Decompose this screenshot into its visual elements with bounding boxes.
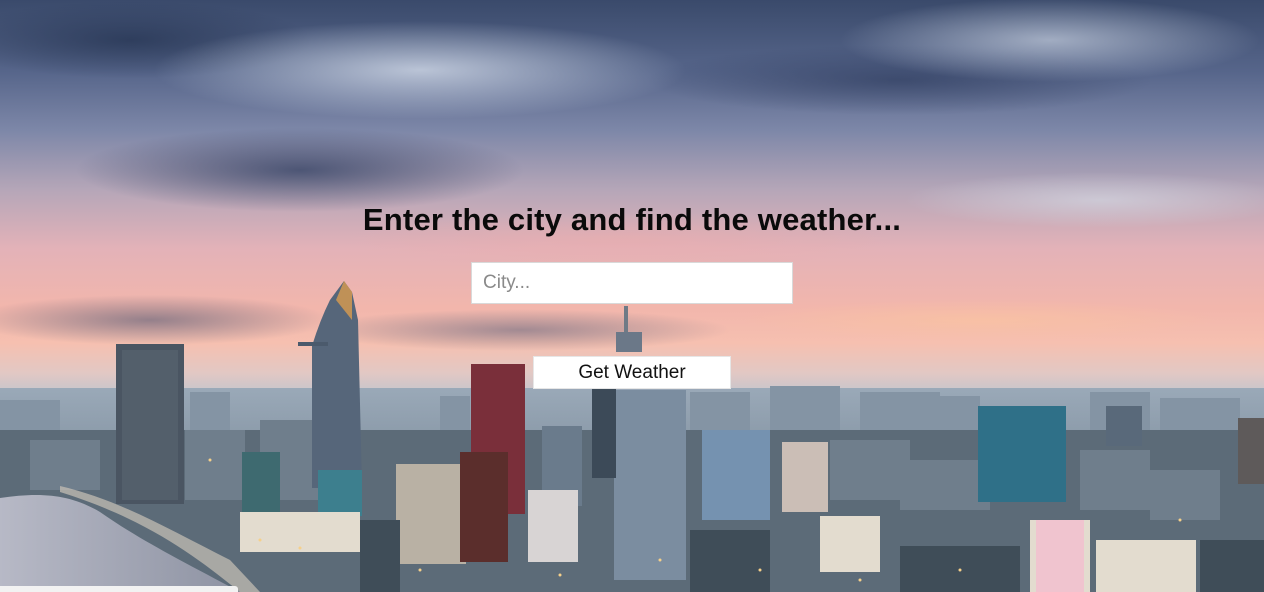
city-search-input[interactable] — [471, 262, 793, 304]
page-title: Enter the city and find the weather... — [362, 202, 902, 237]
bottom-bar-fragment — [0, 586, 238, 592]
weather-app-page: Enter the city and find the weather... G… — [0, 0, 1264, 592]
get-weather-button[interactable]: Get Weather — [533, 356, 731, 389]
